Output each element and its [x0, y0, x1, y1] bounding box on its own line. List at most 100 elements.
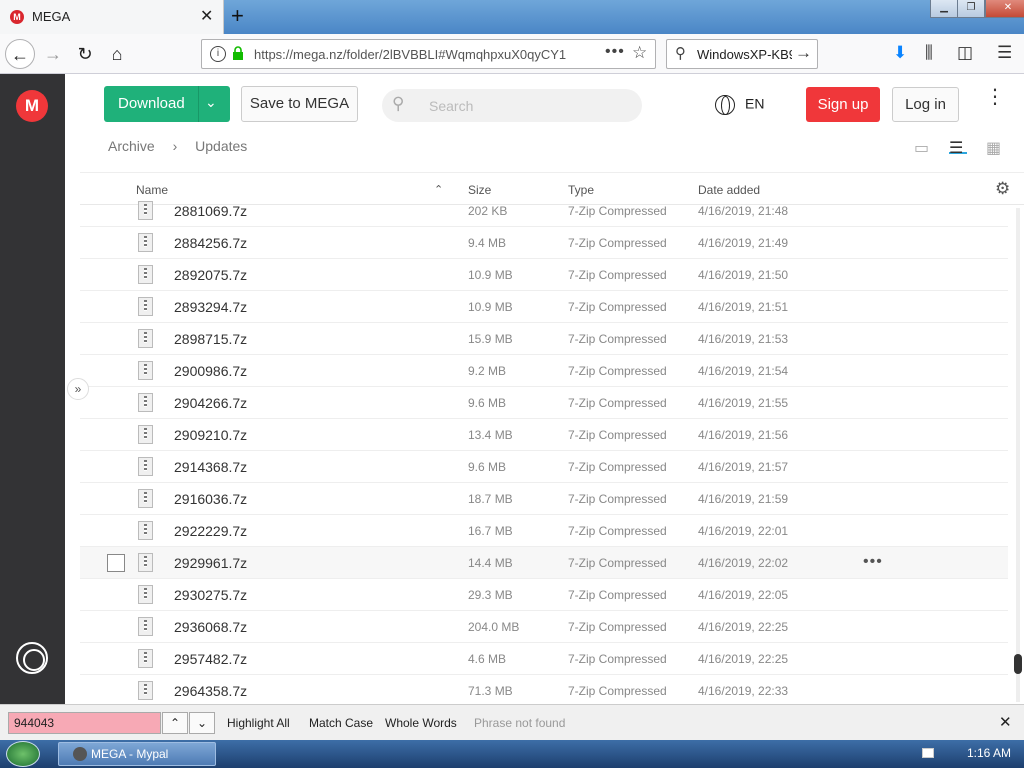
mega-search-input[interactable]: ⚲ Search: [382, 89, 642, 122]
search-go-arrow-icon[interactable]: →: [795, 43, 812, 63]
file-name[interactable]: 2893294.7z: [174, 299, 247, 315]
new-tab-icon[interactable]: +: [231, 3, 244, 29]
table-row[interactable]: 2922229.7z 16.7 MB 7-Zip Compressed 4/16/20…: [80, 515, 1008, 547]
clock[interactable]: 1:16 AM: [967, 746, 1011, 760]
column-type[interactable]: Type: [568, 183, 594, 197]
breadcrumb-updates[interactable]: Updates: [195, 138, 247, 154]
table-row[interactable]: 2914368.7z 9.6 MB 7-Zip Compressed 4/16/201…: [80, 451, 1008, 483]
mega-logo[interactable]: M: [16, 90, 48, 122]
file-name[interactable]: 2929961.7z: [174, 555, 247, 571]
file-name[interactable]: 2936068.7z: [174, 619, 247, 635]
library-icon[interactable]: ⫼: [925, 43, 933, 63]
back-arrow-icon[interactable]: ←: [5, 39, 35, 69]
file-name[interactable]: 2957482.7z: [174, 651, 247, 667]
table-row[interactable]: 2936068.7z 204.0 MB 7-Zip Compressed 4/16/2…: [80, 611, 1008, 643]
browser-tab[interactable]: M MEGA ✕: [0, 0, 224, 34]
file-name[interactable]: 2904266.7z: [174, 395, 247, 411]
log-in-button[interactable]: Log in: [892, 87, 959, 122]
sidebar-toggle-icon[interactable]: ◫: [957, 43, 973, 63]
save-to-mega-button[interactable]: Save to MEGA: [241, 86, 358, 122]
table-row[interactable]: 2957482.7z 4.6 MB 7-Zip Compressed 4/16/201…: [80, 643, 1008, 675]
file-size: 9.4 MB: [468, 236, 507, 250]
table-row[interactable]: 2881069.7z 202 KB 7-Zip Compressed 4/16/201…: [80, 196, 1008, 227]
list-view-icon[interactable]: ☰: [949, 138, 967, 157]
column-size[interactable]: Size: [468, 183, 491, 197]
hamburger-menu-icon[interactable]: ☰: [997, 43, 1012, 63]
reload-icon[interactable]: ↻: [70, 39, 100, 69]
search-icon: ⚲: [392, 94, 405, 113]
table-row[interactable]: 2892075.7z 10.9 MB 7-Zip Compressed 4/16/20…: [80, 259, 1008, 291]
file-name[interactable]: 2884256.7z: [174, 235, 247, 251]
file-name[interactable]: 2892075.7z: [174, 267, 247, 283]
column-name[interactable]: Name: [136, 183, 168, 197]
table-row[interactable]: 2909210.7z 13.4 MB 7-Zip Compressed 4/16/20…: [80, 419, 1008, 451]
forward-arrow-icon[interactable]: →: [38, 39, 68, 69]
tab-close-icon[interactable]: ✕: [200, 6, 213, 26]
find-previous-icon[interactable]: ⌃: [162, 712, 188, 734]
window-close-icon[interactable]: ✕: [985, 0, 1024, 18]
file-type: 7-Zip Compressed: [568, 588, 667, 602]
globe-icon: [715, 95, 735, 115]
row-checkbox[interactable]: [107, 554, 125, 572]
address-bar[interactable]: i https://mega.nz/folder/2lBVBBLI#Wqmqhp…: [201, 39, 656, 69]
file-name[interactable]: 2914368.7z: [174, 459, 247, 475]
find-next-icon[interactable]: ⌄: [189, 712, 215, 734]
sync-icon[interactable]: [16, 642, 48, 674]
chevron-down-icon[interactable]: ⌄: [205, 94, 217, 111]
scrollbar-thumb[interactable]: [1014, 654, 1022, 674]
bookmark-star-icon[interactable]: ☆: [632, 43, 647, 63]
browser-search-bar[interactable]: ⚲ WindowsXP-KB9 →: [666, 39, 818, 69]
sort-asc-icon[interactable]: ⌃: [434, 183, 443, 196]
table-row[interactable]: 2930275.7z 29.3 MB 7-Zip Compressed 4/16/20…: [80, 579, 1008, 611]
taskbar: MEGA - Mypal 1:16 AM: [0, 740, 1024, 768]
row-more-icon[interactable]: •••: [863, 553, 883, 571]
grid-view-icon[interactable]: ▦: [986, 138, 1004, 157]
minimize-icon[interactable]: ▁: [930, 0, 958, 18]
file-name[interactable]: 2900986.7z: [174, 363, 247, 379]
table-row[interactable]: 2884256.7z 9.4 MB 7-Zip Compressed 4/16/201…: [80, 227, 1008, 259]
file-name[interactable]: 2881069.7z: [174, 203, 247, 219]
file-date: 4/16/2019, 21:48: [698, 204, 789, 218]
match-case-toggle[interactable]: Match Case: [309, 716, 373, 730]
find-input[interactable]: 944043: [8, 712, 161, 734]
tray-network-icon[interactable]: [922, 748, 934, 758]
table-row[interactable]: 2898715.7z 15.9 MB 7-Zip Compressed 4/16/20…: [80, 323, 1008, 355]
expand-panel-icon[interactable]: »: [67, 378, 89, 400]
scrollbar-track[interactable]: [1016, 208, 1020, 702]
table-row[interactable]: 2964358.7z 71.3 MB 7-Zip Compressed 4/16/20…: [80, 675, 1008, 704]
start-button[interactable]: [6, 741, 40, 767]
file-type: 7-Zip Compressed: [568, 460, 667, 474]
file-name[interactable]: 2916036.7z: [174, 491, 247, 507]
file-name[interactable]: 2898715.7z: [174, 331, 247, 347]
table-row[interactable]: 2904266.7z 9.6 MB 7-Zip Compressed 4/16/201…: [80, 387, 1008, 419]
file-size: 18.7 MB: [468, 492, 513, 506]
file-size: 13.4 MB: [468, 428, 513, 442]
download-arrow-icon[interactable]: ⬇: [893, 43, 907, 63]
language-selector[interactable]: EN: [715, 95, 764, 115]
file-size: 4.6 MB: [468, 652, 507, 666]
more-options-icon[interactable]: ⋮: [985, 87, 1005, 107]
table-row[interactable]: 2893294.7z 10.9 MB 7-Zip Compressed 4/16/20…: [80, 291, 1008, 323]
file-size: 9.6 MB: [468, 460, 507, 474]
home-icon[interactable]: ⌂: [102, 39, 132, 69]
breadcrumb-archive[interactable]: Archive: [108, 138, 155, 154]
page-actions-icon[interactable]: •••: [605, 43, 625, 61]
site-info-icon[interactable]: i: [210, 46, 226, 62]
file-name[interactable]: 2964358.7z: [174, 683, 247, 699]
table-row[interactable]: 2929961.7z 14.4 MB 7-Zip Compressed 4/16/20…: [80, 547, 1008, 579]
maximize-icon[interactable]: ❐: [957, 0, 985, 18]
whole-words-toggle[interactable]: Whole Words: [385, 716, 457, 730]
column-date[interactable]: Date added: [698, 183, 760, 197]
table-row[interactable]: 2916036.7z 18.7 MB 7-Zip Compressed 4/16/20…: [80, 483, 1008, 515]
find-close-icon[interactable]: ✕: [999, 713, 1012, 731]
thumbnail-view-icon[interactable]: ▭: [914, 138, 932, 157]
download-button[interactable]: Download ⌄: [104, 86, 230, 122]
table-row[interactable]: 2900986.7z 9.2 MB 7-Zip Compressed 4/16/201…: [80, 355, 1008, 387]
highlight-all-toggle[interactable]: Highlight All: [227, 716, 290, 730]
sign-up-button[interactable]: Sign up: [806, 87, 880, 122]
file-name[interactable]: 2930275.7z: [174, 587, 247, 603]
file-date: 4/16/2019, 22:02: [698, 556, 789, 570]
file-name[interactable]: 2922229.7z: [174, 523, 247, 539]
file-name[interactable]: 2909210.7z: [174, 427, 247, 443]
taskbar-item-mypal[interactable]: MEGA - Mypal: [58, 742, 216, 766]
